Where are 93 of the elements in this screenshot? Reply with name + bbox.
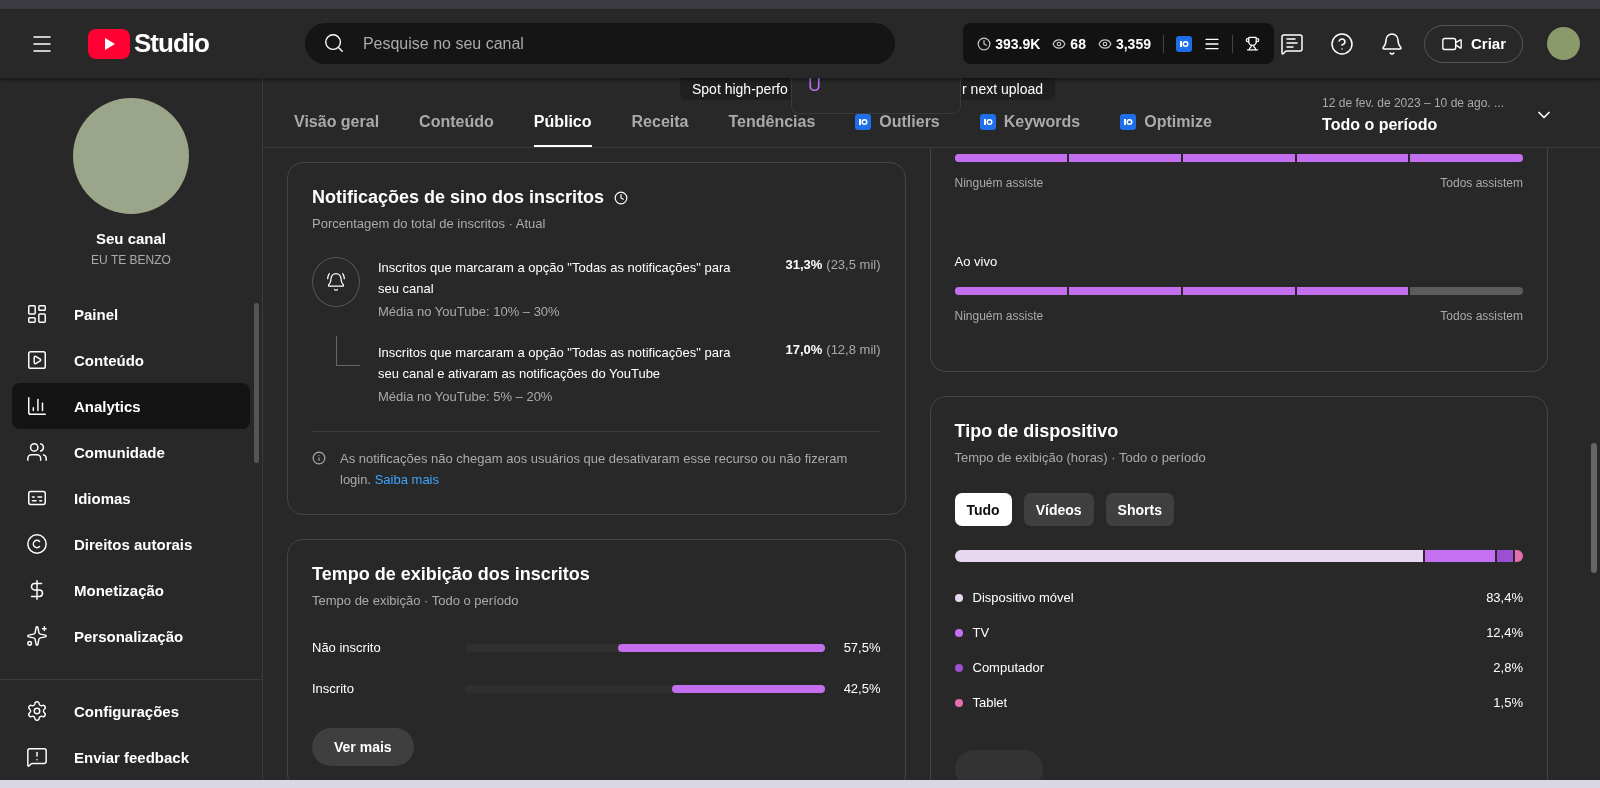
plugin-logo-icon bbox=[855, 114, 872, 130]
legend-value: 2,8% bbox=[1493, 660, 1523, 675]
filter-chip[interactable]: Tudo bbox=[954, 493, 1012, 526]
row-label: Não inscrito bbox=[312, 640, 382, 655]
filter-chip[interactable]: Shorts bbox=[1105, 493, 1174, 526]
see-more-button[interactable]: Ver mais bbox=[312, 728, 414, 766]
stat-value: 3,359 bbox=[1115, 35, 1151, 52]
scale-label: Ninguém assiste bbox=[954, 176, 1044, 190]
copyright-icon bbox=[26, 533, 48, 555]
tab[interactable]: Visão geral bbox=[294, 99, 380, 147]
sidebar-item[interactable]: Configurações bbox=[12, 688, 250, 734]
card-subtitle: Tempo de exibição · Todo o período bbox=[312, 593, 520, 608]
eye-icon bbox=[1052, 36, 1067, 51]
play-logo-icon bbox=[88, 28, 130, 59]
scale-label: Todos assistem bbox=[1440, 309, 1523, 323]
sidebar-item[interactable]: Direitos autorais bbox=[12, 521, 250, 567]
sparkle-icon bbox=[26, 625, 48, 647]
feedback-icon bbox=[26, 746, 48, 768]
feedback-icon bbox=[1279, 31, 1304, 56]
plugin-logo-icon bbox=[979, 114, 996, 130]
legend-label: Dispositivo móvel bbox=[972, 590, 1075, 605]
row-average: Média no YouTube: 5% – 20% bbox=[378, 388, 554, 406]
note-text: As notificações não chegam aos usuários que desativaram esse recurso ou não fizeram login. Saiba mais bbox=[340, 450, 849, 489]
info-icon bbox=[312, 451, 326, 465]
popup-letter: U bbox=[808, 75, 821, 95]
banner-text: r next upload bbox=[962, 81, 1043, 97]
brand-name: Studio bbox=[134, 28, 209, 59]
sidebar-item[interactable]: Analytics bbox=[12, 383, 250, 429]
trophy-icon[interactable] bbox=[1244, 36, 1260, 51]
tab[interactable]: Público bbox=[533, 99, 592, 147]
row-label: Inscrito bbox=[312, 681, 355, 696]
channel-name: EU TE BENZO bbox=[91, 253, 171, 267]
play-square-icon bbox=[26, 349, 48, 371]
sidebar-item[interactable]: Conteúdo bbox=[12, 337, 250, 383]
legend-label: TV bbox=[972, 625, 991, 640]
sidebar-item[interactable]: Monetização bbox=[12, 567, 250, 613]
channel-label: Seu canal bbox=[95, 230, 166, 247]
card-subtitle: Porcentagem do total de inscritos · Atual bbox=[312, 216, 547, 231]
tab[interactable]: Conteúdo bbox=[419, 99, 494, 147]
search-field[interactable]: Pesquise no seu canal bbox=[304, 23, 896, 64]
row-count: (12,8 mil) bbox=[826, 342, 881, 357]
scale-label: Todos assistem bbox=[1440, 176, 1523, 190]
row-text: Inscritos que marcaram a opção "Todas as notificações" para seu canal e ativaram as notificações do YouTube bbox=[378, 344, 732, 383]
scrollbar-thumb[interactable] bbox=[1591, 443, 1597, 573]
bar-chart-icon bbox=[26, 395, 48, 417]
row-percent: 31,3% bbox=[785, 257, 823, 272]
sidebar-item[interactable]: Enviar feedback bbox=[12, 734, 250, 780]
clock-icon bbox=[977, 36, 992, 51]
legend-value: 12,4% bbox=[1486, 625, 1523, 640]
tab[interactable]: Tendências bbox=[728, 99, 816, 147]
row-percent: 17,0% bbox=[785, 342, 823, 357]
bell-icon bbox=[1379, 31, 1404, 56]
card-title: Notificações de sino dos inscritos bbox=[312, 187, 605, 208]
date-range-picker[interactable]: 12 de fev. de 2023 – 10 de ago. ... Todo o período bbox=[1316, 94, 1560, 135]
card-title: Tempo de exibição dos inscritos bbox=[312, 564, 591, 585]
sidebar-item[interactable]: Idiomas bbox=[12, 475, 250, 521]
clock-icon[interactable] bbox=[614, 190, 629, 205]
row-label: Ao vivo bbox=[954, 254, 999, 269]
tab[interactable]: Optimize bbox=[1120, 99, 1212, 147]
avatar[interactable] bbox=[1547, 27, 1580, 60]
tab[interactable]: Receita bbox=[631, 99, 689, 147]
card-subtitle: Tempo de exibição (horas) · Todo o período bbox=[954, 450, 1207, 465]
sidebar-item[interactable]: Painel bbox=[12, 291, 250, 337]
search-icon bbox=[322, 32, 345, 54]
legend-value: 83,4% bbox=[1486, 590, 1523, 605]
sidebar-item[interactable]: Personalização bbox=[12, 613, 250, 659]
settings-icon bbox=[26, 700, 48, 722]
learn-more-link[interactable]: Saiba mais bbox=[374, 472, 439, 487]
plugin-logo-icon bbox=[1175, 35, 1192, 52]
row-text: Inscritos que marcaram a opção "Todas as notificações" para seu canal bbox=[378, 259, 732, 298]
row-value: 42,5% bbox=[842, 681, 881, 696]
legend-label: Tablet bbox=[972, 695, 1009, 710]
row-average: Média no YouTube: 10% – 30% bbox=[378, 303, 561, 321]
sidebar-item[interactable]: Comunidade bbox=[12, 429, 250, 475]
tab[interactable]: Keywords bbox=[979, 99, 1081, 147]
connector-line bbox=[336, 336, 360, 366]
scrollbar-thumb[interactable] bbox=[254, 303, 259, 463]
dashboard-icon bbox=[26, 303, 48, 325]
stat-value: 68 bbox=[1070, 35, 1086, 52]
filter-chip[interactable]: Vídeos bbox=[1023, 493, 1094, 526]
banner-text: Spot high-perfo bbox=[692, 81, 788, 97]
scale-label: Ninguém assiste bbox=[954, 309, 1044, 323]
legend-value: 1,5% bbox=[1493, 695, 1523, 710]
people-icon bbox=[26, 441, 48, 463]
stat-value: 393.9K bbox=[995, 35, 1041, 52]
card-title: Tipo de dispositivo bbox=[954, 421, 1120, 442]
legend-label: Computador bbox=[972, 660, 1046, 675]
row-count: (23,5 mil) bbox=[826, 257, 881, 272]
help-icon bbox=[1329, 31, 1354, 56]
plugin-logo-icon bbox=[1120, 114, 1137, 130]
tab[interactable]: Outliers bbox=[855, 99, 940, 147]
eye-icon bbox=[1097, 36, 1112, 51]
row-value: 57,5% bbox=[842, 640, 881, 655]
